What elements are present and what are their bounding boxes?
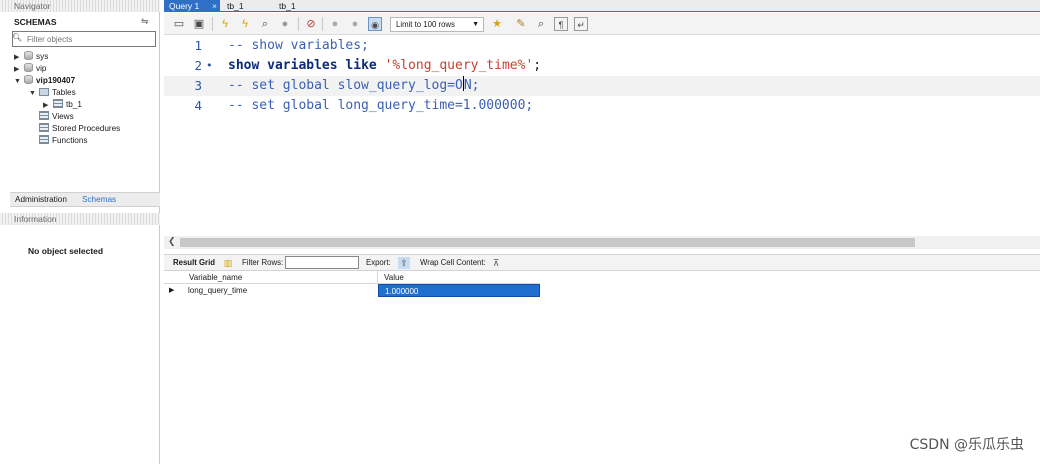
tree-item-tb-1[interactable]: ▶ tb_1 [43, 99, 82, 111]
tree-label: Stored Procedures [52, 124, 121, 133]
grid-header-row: Variable_name Value [164, 271, 540, 284]
tab-tb-1[interactable]: tb_1 [222, 0, 249, 12]
folder-open-icon[interactable]: ▭ [172, 17, 186, 31]
rollback-icon[interactable]: ● [348, 17, 362, 31]
beautify-icon[interactable]: ✎ [514, 17, 528, 31]
no-object-selected-text: No object selected [28, 246, 104, 256]
tree-label: Views [52, 112, 74, 121]
navigator-tab-bar: Administration Schemas [10, 192, 160, 207]
stored-procedures-icon [39, 123, 49, 132]
cell-value[interactable]: 1.000000 [378, 284, 540, 297]
wrap-cell-content-label: Wrap Cell Content: [420, 258, 486, 267]
execute-current-icon[interactable]: ϟ [238, 17, 252, 31]
tree-label: Functions [52, 136, 88, 145]
result-grid-button[interactable]: Result Grid [173, 258, 215, 267]
tab-schemas[interactable]: Schemas [82, 195, 116, 204]
limit-rows-label: Limit to 100 rows [396, 20, 455, 29]
scrollbar-thumb[interactable] [180, 238, 915, 247]
line-number: 4 [194, 98, 202, 113]
database-icon [24, 51, 33, 60]
tree-item-stored-procedures[interactable]: Stored Procedures [39, 123, 120, 135]
code-line-4[interactable]: 4 -- set global long_query_time=1.000000… [164, 96, 1040, 116]
tree-item-functions[interactable]: Functions [39, 135, 88, 147]
invisible-chars-icon[interactable]: ¶ [554, 17, 568, 31]
tree-item-tables[interactable]: ▼ Tables [29, 87, 76, 99]
column-header-variable-name[interactable]: Variable_name [182, 271, 378, 284]
statement-marker-icon: • [206, 59, 213, 72]
grid-view-icon[interactable]: ▥ [222, 257, 234, 269]
horizontal-scrollbar[interactable]: ❮ [164, 236, 1040, 249]
functions-icon [39, 135, 49, 144]
filter-rows-label: Filter Rows: [242, 258, 284, 267]
search-icon: 🔍︎ [12, 33, 23, 42]
commit-icon[interactable]: ● [328, 17, 342, 31]
tree-label: vip [36, 64, 47, 73]
stop-icon[interactable]: ● [278, 17, 292, 31]
tables-folder-icon [39, 88, 49, 96]
save-icon[interactable]: ▣ [192, 17, 206, 31]
sql-editor[interactable]: 1 -- show variables; 2 • show variables … [164, 36, 1040, 236]
navigator-header: Navigator [0, 0, 160, 12]
filter-objects-field[interactable]: 🔍︎ [12, 31, 156, 47]
tree-item-vip[interactable]: ▶ vip [14, 63, 46, 75]
line-number: 3 [194, 78, 202, 93]
code-text: show variables like '%long_query_time%'; [228, 58, 542, 73]
export-icon[interactable]: ⇪ [398, 257, 410, 269]
execute-icon[interactable]: ϟ [218, 17, 232, 31]
explain-icon[interactable]: ⌕ [258, 17, 272, 31]
tree-label: tb_1 [66, 100, 82, 109]
filter-rows-input[interactable] [285, 256, 359, 269]
tree-label: Tables [52, 88, 76, 97]
tab-query-1[interactable]: Query 1 × [164, 0, 220, 12]
database-icon [24, 75, 33, 84]
tree-item-sys[interactable]: ▶ sys [14, 51, 48, 63]
code-text: -- set global slow_query_log=ON; [228, 76, 480, 93]
filter-objects-input[interactable] [27, 33, 153, 45]
column-header-value[interactable]: Value [378, 271, 540, 284]
add-snippet-icon[interactable]: ★ [490, 17, 504, 31]
refresh-icon[interactable]: ⇋ [141, 16, 149, 27]
collapse-arrow-icon[interactable]: ▼ [29, 88, 39, 100]
schemas-title: SCHEMAS [14, 17, 57, 27]
code-text: -- show variables; [228, 38, 369, 53]
wrap-lines-icon[interactable]: ↵ [574, 17, 588, 31]
table-row[interactable]: ▶ long_query_time 1.000000 [164, 284, 540, 297]
code-line-2[interactable]: 2 • show variables like '%long_query_tim… [164, 56, 1040, 76]
find-icon[interactable]: ⌕ [534, 17, 548, 31]
navigator-panel: Navigator SCHEMAS ⇋ 🔍︎ ▶sys ▶vip ▼ vip190… [0, 0, 160, 464]
cell-variable-name[interactable]: long_query_time [182, 284, 378, 297]
wrap-cell-icon[interactable]: ⊼ [490, 257, 502, 269]
line-number: 2 [194, 58, 202, 73]
code-line-1[interactable]: 1 -- show variables; [164, 36, 1040, 56]
chevron-down-icon: ▼ [472, 21, 479, 28]
export-label: Export: [366, 258, 391, 267]
collapse-arrow-icon[interactable]: ▼ [14, 76, 24, 88]
line-number: 1 [194, 38, 202, 53]
close-icon[interactable]: × [212, 0, 217, 12]
table-icon [53, 99, 63, 108]
tab-label: Query 1 [169, 1, 200, 11]
toggle-error-icon[interactable]: ⊘ [304, 17, 318, 31]
tab-administration[interactable]: Administration [15, 195, 67, 204]
scroll-left-icon[interactable]: ❮ [168, 236, 176, 247]
result-grid: Variable_name Value ▶ long_query_time 1.… [164, 271, 540, 297]
code-text: -- set global long_query_time=1.000000; [228, 98, 534, 113]
tree-label: vip190407 [36, 76, 76, 85]
tree-item-views[interactable]: Views [39, 111, 74, 123]
row-pointer-icon: ▶ [169, 287, 175, 294]
tab-tb-1-second[interactable]: tb_1 [274, 0, 301, 12]
autocommit-icon[interactable]: ◉ [368, 17, 382, 31]
query-tab-bar: Query 1 × tb_1 tb_1 [164, 0, 1040, 12]
database-icon [24, 63, 33, 72]
code-line-3[interactable]: 3 -- set global slow_query_log=ON; [164, 76, 1040, 96]
limit-rows-select[interactable]: Limit to 100 rows ▼ [390, 17, 484, 32]
result-toolbar: Result Grid ▥ Filter Rows: Export: ⇪ Wra… [164, 254, 1040, 271]
information-header: Information [0, 213, 160, 225]
watermark-text: CSDN @乐瓜乐虫 [909, 437, 1024, 453]
sql-editor-toolbar: ▭ ▣ ϟ ϟ ⌕ ● ⊘ ● ● ◉ Limit to 100 rows ▼ … [164, 13, 1040, 35]
tree-label: sys [36, 52, 49, 61]
tree-item-vip190407[interactable]: ▼ vip190407 [14, 75, 75, 87]
views-icon [39, 111, 49, 120]
